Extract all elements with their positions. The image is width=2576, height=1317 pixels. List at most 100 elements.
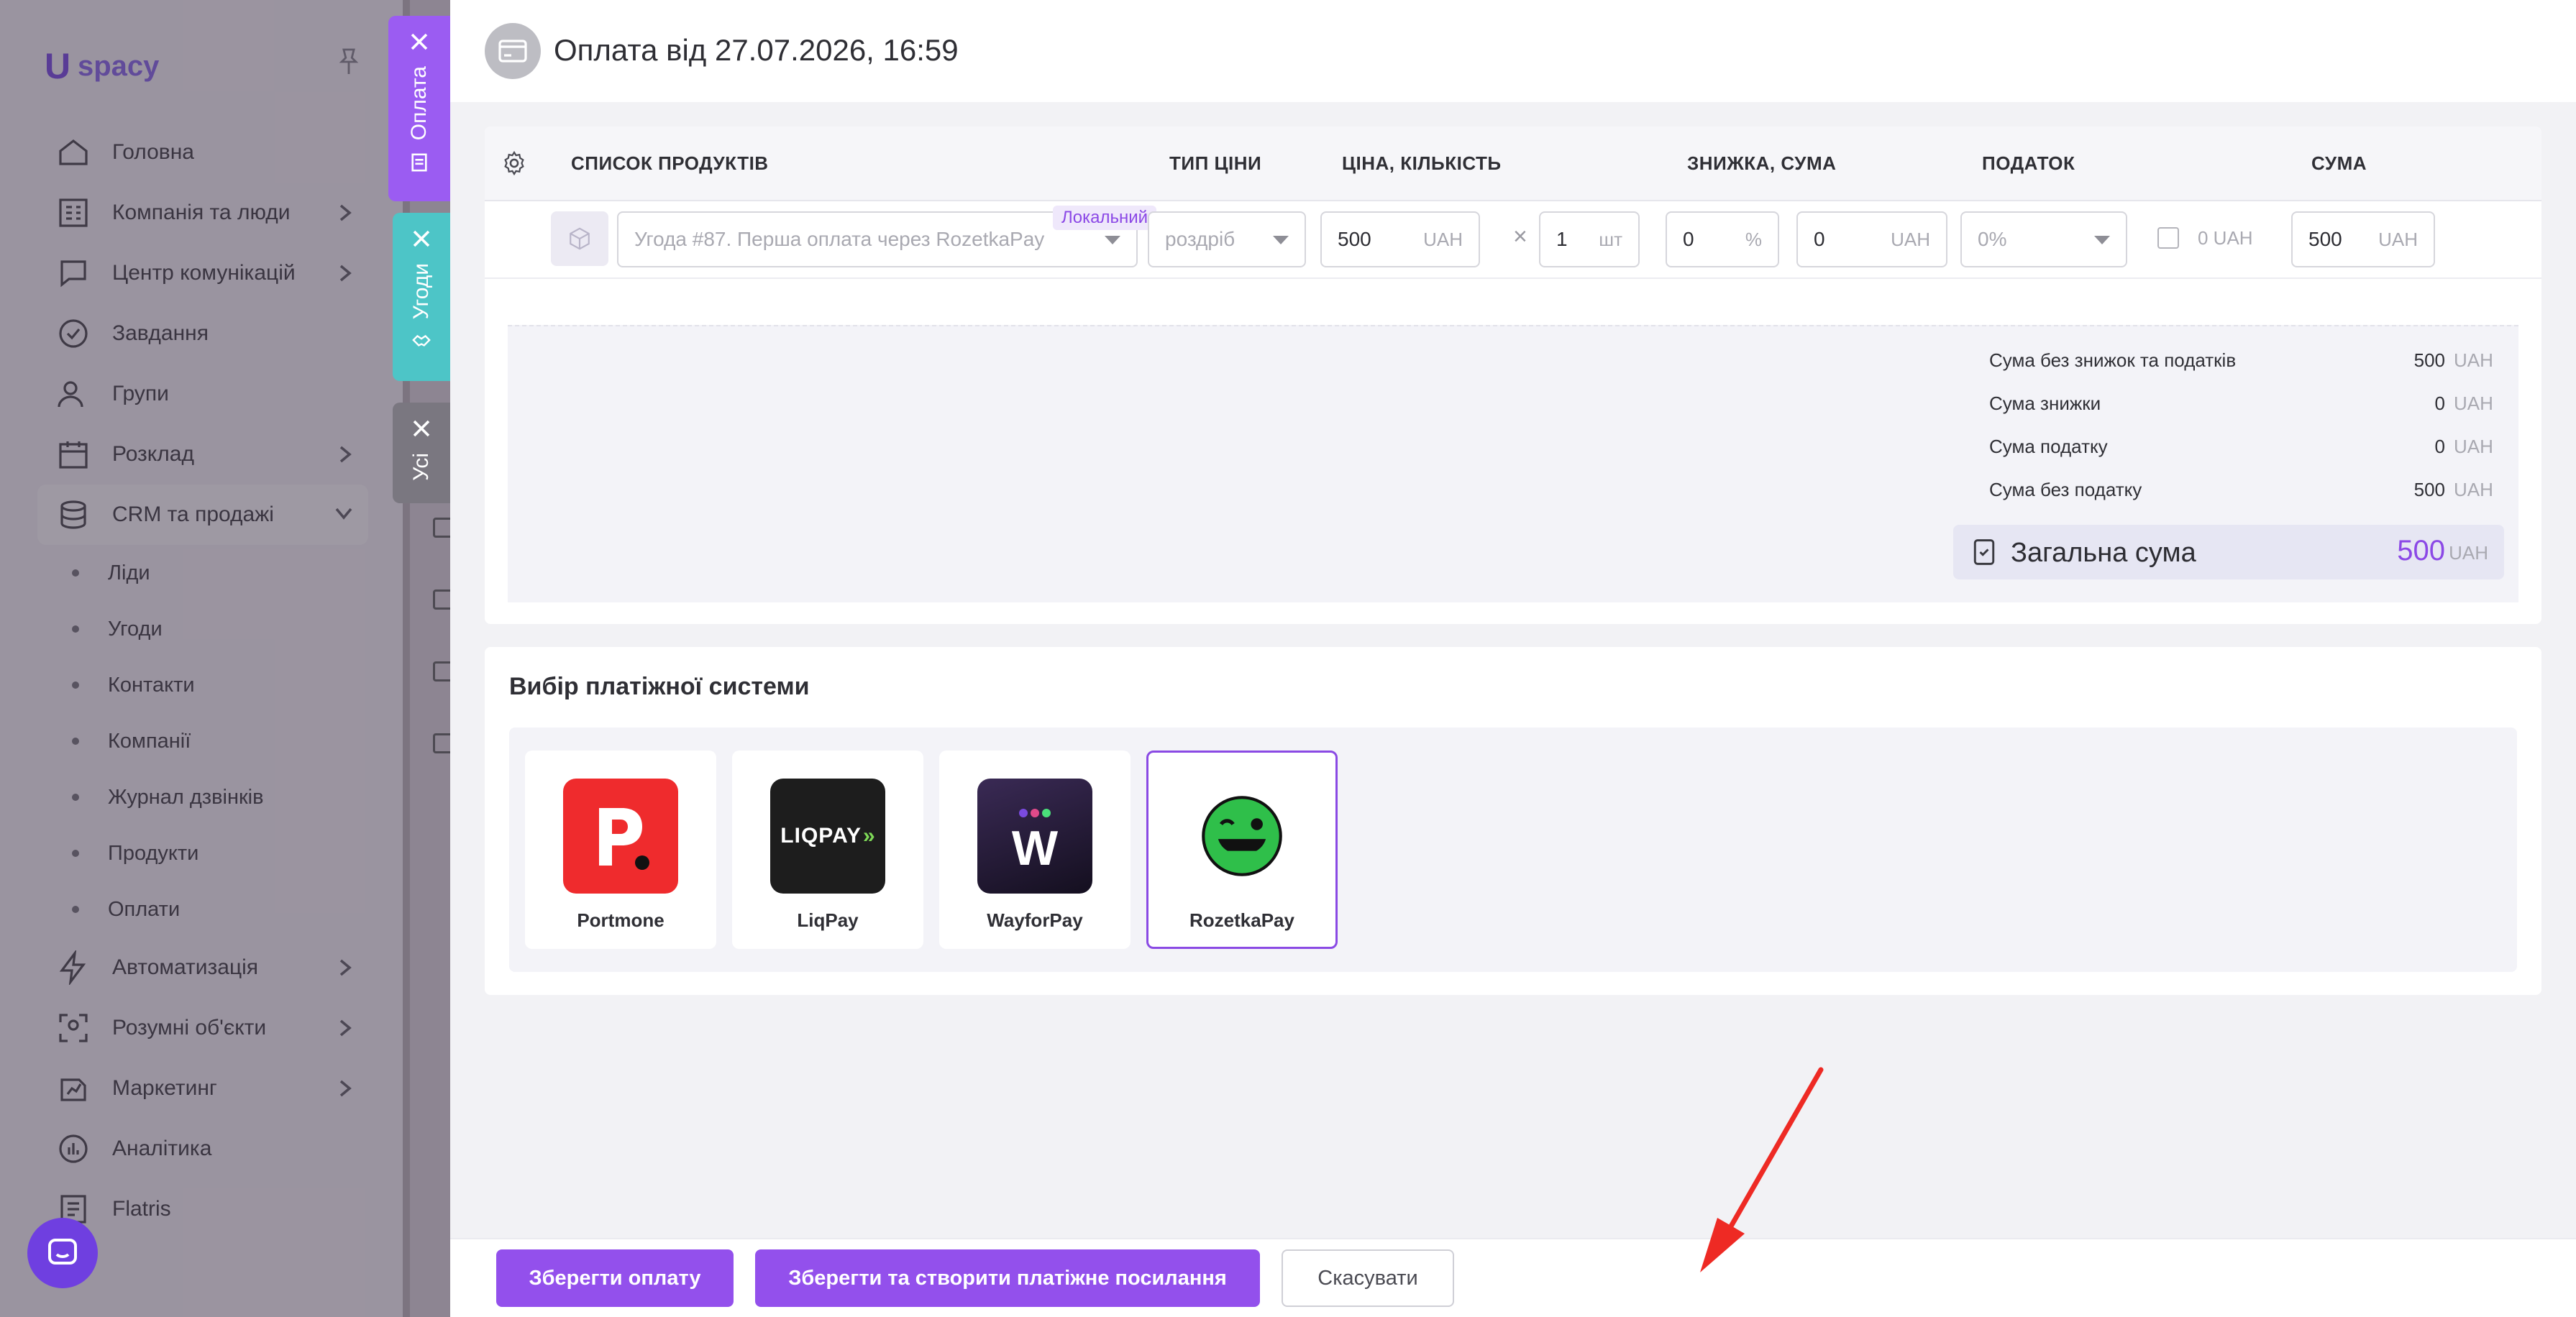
multiply-icon: × (1513, 223, 1527, 250)
tax-select[interactable]: 0% (1960, 211, 2127, 267)
sidebar-item-label: CRM та продажі (112, 503, 274, 526)
payment-system-title: Вибір платіжної системи (509, 673, 810, 700)
sidebar-subitem-label: Продукти (108, 841, 199, 865)
payment-option-wayforpay[interactable]: W WayforPay (939, 751, 1131, 949)
payment-system-card: Вибір платіжної системи Portmone LIQPAY»… (485, 647, 2541, 995)
discount-percent-value: 0 (1683, 228, 1694, 250)
payment-option-name: LiqPay (797, 909, 859, 931)
analytics-icon (56, 1132, 91, 1166)
price-unit: UAH (1423, 228, 1463, 250)
receipt-icon (410, 153, 429, 172)
liqpay-logo-icon: LIQPAY» (770, 779, 885, 894)
sidebar-item-label: Головна (112, 140, 194, 164)
payment-option-liqpay[interactable]: LIQPAY» LiqPay (732, 751, 923, 949)
sidebar-item-tasks[interactable]: Завдання (37, 303, 368, 364)
payment-panel: Оплата від 27.07.2026, 16:59 СПИСОК ПРОД… (450, 0, 2576, 1317)
sidebar-item-marketing[interactable]: Маркетинг (37, 1058, 368, 1119)
summary-unit: UAH (2454, 479, 2493, 500)
gear-icon[interactable] (501, 150, 528, 177)
column-header-products: СПИСОК ПРОДУКТІВ (571, 152, 769, 174)
discount-sum-input[interactable]: 0 UAH (1796, 211, 1947, 267)
app-logo[interactable]: U spacy (45, 47, 159, 85)
close-icon[interactable] (409, 32, 429, 52)
sidebar-subitem-payments[interactable]: Оплати (37, 881, 368, 937)
sidebar-subitem-deals[interactable]: Угоди (37, 601, 368, 657)
wayforpay-logo-icon: W (977, 779, 1092, 894)
quantity-value: 1 (1556, 228, 1568, 250)
summary-unit: UAH (2454, 393, 2493, 414)
sidebar-subitem-leads[interactable]: Ліди (37, 545, 368, 601)
sidebar-item-schedule[interactable]: Розклад (37, 424, 368, 485)
cancel-button[interactable]: Скасувати (1282, 1249, 1454, 1307)
summary-line: Сума податку 0 UAH (1989, 436, 2504, 458)
discount-percent-unit: % (1745, 228, 1762, 250)
tab-deals[interactable]: Угоди (393, 213, 450, 381)
grand-total-unit: UAH (2449, 542, 2488, 564)
save-payment-button[interactable]: Зберегти оплату (496, 1249, 734, 1307)
tab-payment[interactable]: Оплата (388, 16, 450, 201)
payment-option-portmone[interactable]: Portmone (525, 751, 716, 949)
chevron-down-icon (1273, 236, 1289, 244)
tab-label: Угоди (409, 263, 433, 320)
calendar-icon (56, 437, 91, 472)
sidebar-item-groups[interactable]: Групи (37, 364, 368, 424)
sidebar-item-smart-objects[interactable]: Розумні об'єкти (37, 998, 368, 1058)
liqpay-logo-text: LIQPAY (780, 824, 862, 848)
product-select-value: Угода #87. Перша оплата через RozetkaPay (634, 228, 1045, 250)
marketing-icon (56, 1071, 91, 1106)
sidebar-subitem-companies[interactable]: Компанії (37, 713, 368, 769)
sidebar-item-automation[interactable]: Автоматизація (37, 937, 368, 998)
chat-support-button[interactable] (27, 1218, 98, 1288)
payment-option-name: WayforPay (987, 909, 1083, 931)
sidebar-item-label: Маркетинг (112, 1076, 217, 1100)
sidebar-menu: Головна Компанія та люди Центр комунікац… (37, 122, 368, 1239)
local-badge: Локальний (1053, 206, 1157, 230)
bullet (72, 682, 79, 689)
price-input[interactable]: 500 UAH (1320, 211, 1480, 267)
bullet (72, 794, 79, 801)
payment-system-options: Portmone LIQPAY» LiqPay W WayforPay Roze… (509, 728, 2517, 972)
discount-sum-value: 0 (1814, 228, 1825, 250)
sidebar-item-label: Flatris (112, 1197, 171, 1221)
close-icon[interactable] (411, 418, 431, 439)
price-type-select[interactable]: роздріб (1148, 211, 1306, 267)
sidebar-subitem-label: Ліди (108, 561, 150, 584)
summary-value: 500 (2413, 349, 2445, 371)
sidebar-item-crm[interactable]: CRM та продажі (37, 485, 368, 545)
bullet (72, 625, 79, 633)
sidebar-item-label: Групи (112, 382, 169, 405)
tab-all[interactable]: Усі (393, 403, 450, 503)
column-header-tax: ПОДАТОК (1982, 152, 2075, 174)
database-icon (56, 497, 91, 532)
discount-percent-input[interactable]: 0 % (1666, 211, 1779, 267)
tax-included-checkbox[interactable] (2157, 227, 2179, 249)
quantity-unit: шт (1599, 228, 1622, 250)
sidebar-item-analytics[interactable]: Аналітика (37, 1119, 368, 1179)
tax-value: 0% (1978, 228, 2007, 250)
discount-sum-unit: UAH (1891, 228, 1930, 250)
summary-unit: UAH (2454, 349, 2493, 371)
sidebar-subitem-contacts[interactable]: Контакти (37, 657, 368, 713)
payment-option-rozetkapay[interactable]: RozetkaPay (1146, 751, 1338, 949)
price-type-value: роздріб (1165, 228, 1236, 250)
chevron-right-icon (337, 444, 354, 464)
pin-icon[interactable] (337, 47, 361, 76)
page-title: Оплата від 27.07.2026, 16:59 (554, 33, 959, 67)
quantity-input[interactable]: 1 шт (1539, 211, 1640, 267)
save-and-create-link-button[interactable]: Зберегти та створити платіжне посилання (755, 1249, 1260, 1307)
close-icon[interactable] (411, 229, 431, 249)
sidebar-item-company[interactable]: Компанія та люди (37, 183, 368, 243)
sidebar-item-communications[interactable]: Центр комунікацій (37, 243, 368, 303)
summary-label: Сума податку (1989, 436, 2108, 457)
sidebar-subitem-call-log[interactable]: Журнал дзвінків (37, 769, 368, 825)
product-image-placeholder[interactable] (551, 211, 608, 266)
sidebar-subitem-products[interactable]: Продукти (37, 825, 368, 881)
products-card: СПИСОК ПРОДУКТІВ ТИП ЦІНИ ЦІНА, КІЛЬКІСТ… (485, 127, 2541, 624)
wayforpay-logo-letter: W (1012, 821, 1059, 876)
sum-input[interactable]: 500 UAH (2291, 211, 2435, 267)
cube-icon (570, 227, 590, 250)
rozetkapay-logo-icon (1184, 779, 1300, 894)
sidebar-subitem-label: Компанії (108, 729, 191, 753)
sidebar-item-home[interactable]: Головна (37, 122, 368, 183)
summary-value: 0 (2434, 393, 2445, 414)
